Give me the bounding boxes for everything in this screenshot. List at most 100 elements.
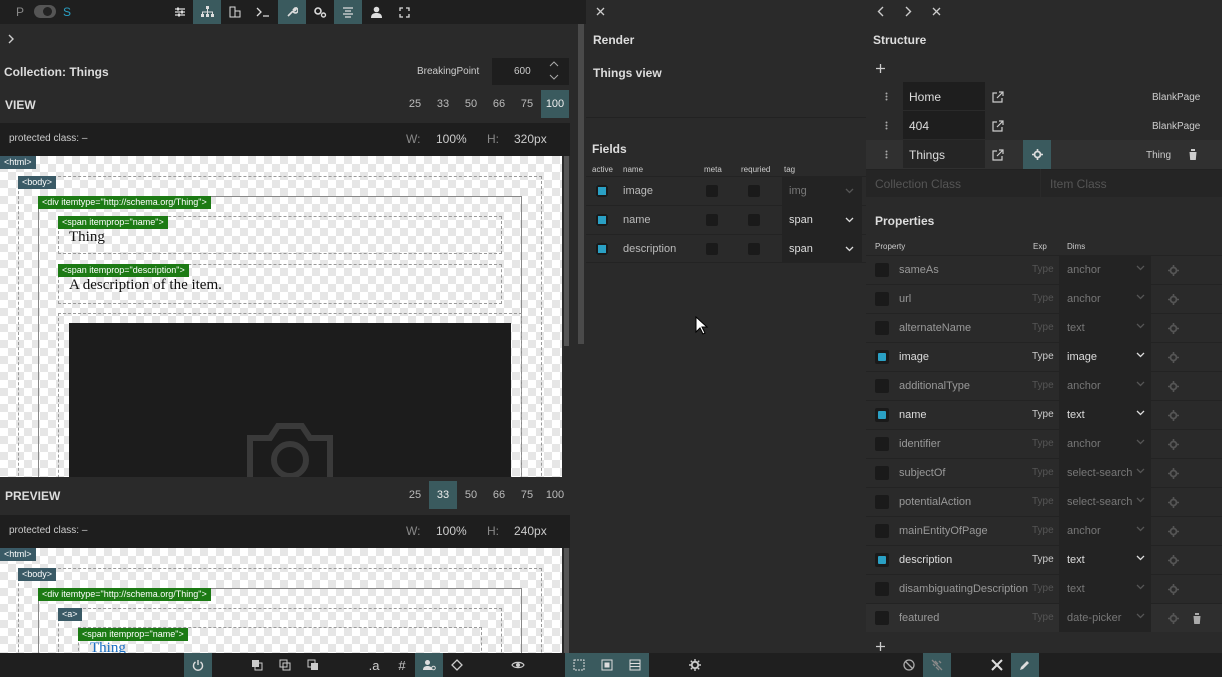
fullscreen-button[interactable] — [390, 0, 418, 24]
field-required-checkbox[interactable] — [748, 185, 760, 197]
property-type[interactable]: Type — [1032, 583, 1054, 594]
layers-b-button[interactable] — [271, 653, 299, 677]
mode-toggle[interactable] — [34, 5, 56, 18]
view-canvas[interactable]: <html> <body> <div itemtype="http://sche… — [0, 156, 562, 477]
field-active-checkbox[interactable] — [596, 185, 608, 197]
sliders-button[interactable] — [166, 0, 194, 24]
class-selector-button[interactable]: .a — [360, 653, 388, 677]
property-gear-icon[interactable] — [1168, 584, 1179, 595]
wrench-button[interactable] — [278, 0, 306, 24]
property-dims-select[interactable]: select-search — [1059, 459, 1151, 487]
property-gear-icon[interactable] — [1168, 294, 1179, 305]
disable-button[interactable] — [895, 653, 923, 677]
cogs-button[interactable] — [306, 0, 334, 24]
settings-button[interactable] — [681, 653, 709, 677]
property-dims-select[interactable]: anchor — [1059, 517, 1151, 545]
page-name[interactable]: Home — [909, 90, 941, 104]
frame-fill-button[interactable] — [593, 653, 621, 677]
view-bp-75[interactable]: 75 — [513, 90, 541, 118]
div-thing-tag[interactable]: <div itemtype="http://schema.org/Thing"> — [38, 196, 211, 209]
property-gear-icon[interactable] — [1168, 352, 1179, 363]
preview-div-tag[interactable]: <div itemtype="http://schema.org/Thing"> — [38, 588, 211, 601]
property-type[interactable]: Type — [1032, 525, 1054, 536]
unlink-button[interactable] — [923, 653, 951, 677]
property-type[interactable]: Type — [1032, 496, 1054, 507]
property-gear-icon[interactable] — [1168, 323, 1179, 334]
property-dims-select[interactable]: text — [1059, 314, 1151, 342]
property-type[interactable]: Type — [1032, 612, 1054, 623]
property-dims-select[interactable]: anchor — [1059, 430, 1151, 458]
html-tag[interactable]: <html> — [0, 156, 36, 169]
field-required-checkbox[interactable] — [748, 214, 760, 226]
field-meta-checkbox[interactable] — [706, 185, 718, 197]
preview-bp-33[interactable]: 33 — [429, 481, 457, 509]
preview-body-tag[interactable]: <body> — [18, 568, 57, 581]
layers-c-button[interactable] — [299, 653, 327, 677]
view-bp-50[interactable]: 50 — [457, 90, 485, 118]
body-tag[interactable]: <body> — [18, 176, 57, 189]
frame-button[interactable] — [565, 653, 593, 677]
back-icon[interactable] — [877, 6, 884, 17]
add-page-icon[interactable] — [876, 64, 885, 73]
collection-class-input[interactable]: Collection Class — [866, 169, 1040, 197]
property-type[interactable]: Type — [1032, 409, 1054, 420]
field-tag-select[interactable]: img — [782, 177, 862, 205]
property-type[interactable]: Type — [1032, 554, 1054, 565]
chevron-right-icon[interactable] — [7, 34, 15, 44]
span-desc-tag[interactable]: <span itemprop="description"> — [58, 264, 189, 277]
trash-icon[interactable] — [1192, 613, 1202, 624]
close-icon[interactable] — [596, 7, 605, 16]
property-active-checkbox[interactable] — [875, 611, 889, 625]
item-class-input[interactable]: Item Class — [1041, 169, 1222, 197]
preview-bp-100[interactable]: 100 — [541, 481, 569, 509]
preview-canvas[interactable]: <html> <body> <div itemtype="http://sche… — [0, 548, 562, 653]
preview-bp-50[interactable]: 50 — [457, 481, 485, 509]
property-active-checkbox[interactable] — [875, 553, 889, 567]
add-property-icon[interactable] — [876, 642, 885, 651]
property-active-checkbox[interactable] — [875, 437, 889, 451]
preview-bp-75[interactable]: 75 — [513, 481, 541, 509]
close-icon[interactable] — [932, 7, 941, 16]
property-gear-icon[interactable] — [1168, 439, 1179, 450]
property-dims-select[interactable]: image — [1059, 343, 1151, 371]
pane-scrollbar[interactable] — [578, 24, 584, 344]
property-type[interactable]: Type — [1032, 322, 1054, 333]
preview-bp-25[interactable]: 25 — [401, 481, 429, 509]
property-active-checkbox[interactable] — [875, 263, 889, 277]
drag-handle-icon[interactable] — [885, 150, 888, 159]
span-name-tag[interactable]: <span itemprop="name"> — [58, 216, 168, 229]
property-type[interactable]: Type — [1032, 438, 1054, 449]
view-bp-33[interactable]: 33 — [429, 90, 457, 118]
property-active-checkbox[interactable] — [875, 495, 889, 509]
property-dims-select[interactable]: date-picker — [1059, 604, 1151, 632]
edit-button[interactable] — [1011, 653, 1039, 677]
layers-a-button[interactable] — [243, 653, 271, 677]
field-meta-checkbox[interactable] — [706, 214, 718, 226]
property-dims-select[interactable]: text — [1059, 401, 1151, 429]
drag-handle-icon[interactable] — [885, 121, 888, 130]
user-button[interactable] — [362, 0, 390, 24]
property-gear-icon[interactable] — [1168, 497, 1179, 508]
property-type[interactable]: Type — [1032, 380, 1054, 391]
external-link-icon[interactable] — [992, 91, 1004, 103]
list-view-button[interactable] — [621, 653, 649, 677]
field-active-checkbox[interactable] — [596, 243, 608, 255]
field-tag-select[interactable]: span — [782, 206, 862, 234]
page-row-active[interactable]: Things Thing — [866, 140, 1222, 169]
property-gear-icon[interactable] — [1168, 526, 1179, 537]
stepper-down-icon[interactable] — [549, 73, 559, 81]
id-selector-button[interactable]: # — [388, 653, 416, 677]
tools-button[interactable] — [983, 653, 1011, 677]
property-gear-icon[interactable] — [1168, 468, 1179, 479]
property-type[interactable]: Type — [1032, 351, 1054, 362]
property-type[interactable]: Type — [1032, 264, 1054, 275]
view-h-value[interactable]: 320px — [514, 132, 547, 146]
view-bp-25[interactable]: 25 — [401, 90, 429, 118]
external-link-icon[interactable] — [992, 120, 1004, 132]
drag-handle-icon[interactable] — [885, 92, 888, 101]
sitemap-button[interactable] — [193, 0, 221, 24]
property-dims-select[interactable]: text — [1059, 575, 1151, 603]
external-link-icon[interactable] — [992, 149, 1004, 161]
preview-w-value[interactable]: 100% — [436, 524, 467, 538]
property-active-checkbox[interactable] — [875, 582, 889, 596]
